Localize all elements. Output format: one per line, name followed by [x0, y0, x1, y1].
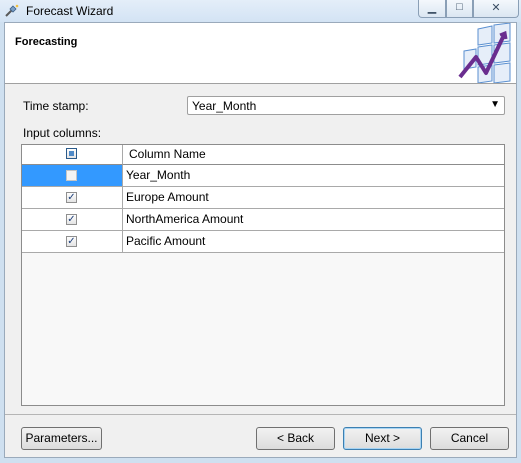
- window-title: Forecast Wizard: [26, 4, 114, 18]
- grid-header-row: Column Name: [22, 145, 504, 165]
- row-column-name: Europe Amount: [123, 187, 504, 209]
- table-row[interactable]: ✓ Pacific Amount: [22, 231, 504, 253]
- row-checkbox[interactable]: ✓: [66, 214, 77, 225]
- timestamp-value: Year_Month: [192, 99, 257, 113]
- row-check-cell: ✓: [22, 187, 123, 209]
- minimize-button[interactable]: ▁: [418, 0, 446, 18]
- minimize-icon: ▁: [427, 2, 437, 14]
- row-column-name: Pacific Amount: [123, 231, 504, 253]
- close-button[interactable]: ✕: [473, 0, 519, 18]
- select-all-checkbox[interactable]: [66, 148, 77, 159]
- wizard-icon: [5, 4, 19, 17]
- column-header-name[interactable]: Column Name: [123, 145, 504, 165]
- row-check-cell: [22, 165, 123, 187]
- page-title: Forecasting: [15, 36, 78, 48]
- wizard-dialog: Forecasting Time stamp: Year_Month ▼ Inp…: [4, 22, 517, 458]
- timestamp-dropdown[interactable]: Year_Month ▼: [187, 96, 505, 115]
- maximize-button[interactable]: □: [446, 0, 473, 18]
- footer-divider: [5, 414, 516, 415]
- row-column-name: Year_Month: [123, 165, 504, 187]
- next-button[interactable]: Next >: [343, 427, 422, 450]
- input-columns-grid: Column Name Year_Month ✓ Europe Amount ✓…: [21, 144, 505, 406]
- maximize-icon: □: [456, 1, 463, 13]
- row-checkbox[interactable]: ✓: [66, 236, 77, 247]
- table-row[interactable]: ✓ NorthAmerica Amount: [22, 209, 504, 231]
- back-button[interactable]: < Back: [256, 427, 335, 450]
- table-row[interactable]: Year_Month: [22, 165, 504, 187]
- title-bar: Forecast Wizard ▁ □ ✕: [0, 0, 521, 22]
- row-checkbox[interactable]: [66, 170, 77, 181]
- table-row[interactable]: ✓ Europe Amount: [22, 187, 504, 209]
- input-columns-label: Input columns:: [23, 126, 102, 140]
- row-check-cell: ✓: [22, 231, 123, 253]
- close-icon: ✕: [491, 2, 501, 14]
- row-checkbox[interactable]: ✓: [66, 192, 77, 203]
- row-column-name: NorthAmerica Amount: [123, 209, 504, 231]
- row-check-cell: ✓: [22, 209, 123, 231]
- dropdown-arrow-icon[interactable]: ▼: [490, 99, 500, 110]
- forecast-chart-icon: [456, 23, 516, 83]
- select-all-cell: [22, 145, 123, 165]
- header-banner: Forecasting: [5, 23, 516, 84]
- cancel-button[interactable]: Cancel: [430, 427, 509, 450]
- timestamp-label: Time stamp:: [23, 99, 89, 113]
- parameters-button[interactable]: Parameters...: [21, 427, 102, 450]
